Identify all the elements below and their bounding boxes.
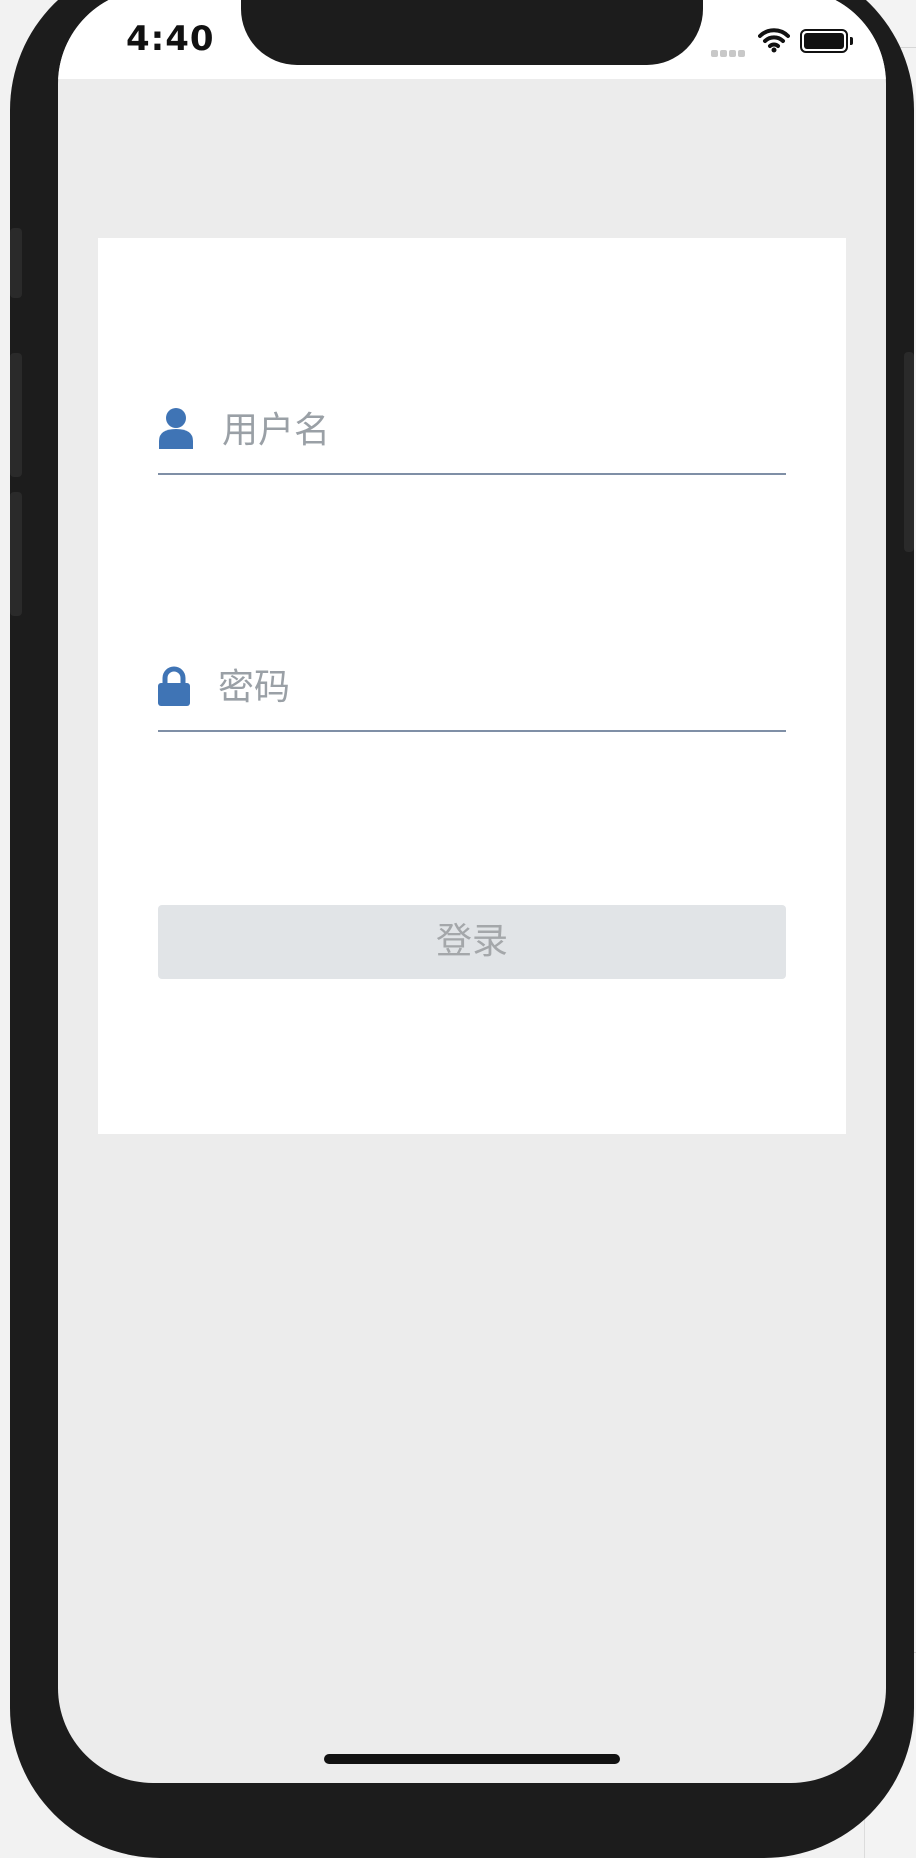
wifi-icon (758, 27, 790, 57)
home-indicator[interactable] (324, 1754, 620, 1764)
silent-switch (10, 228, 22, 298)
username-field[interactable]: 用户名 (158, 403, 786, 475)
password-placeholder: 密码 (218, 667, 291, 708)
login-card: 用户名 密码 登录 (98, 238, 846, 1134)
battery-icon (800, 29, 853, 53)
user-icon (158, 407, 194, 453)
status-time: 4:40 (126, 19, 215, 59)
camera-notch (241, 0, 703, 65)
volume-down-button (10, 492, 22, 616)
username-placeholder: 用户名 (222, 410, 331, 451)
login-button[interactable]: 登录 (158, 905, 786, 979)
cellular-signal-icon (711, 42, 747, 61)
device-screen: 4:40 用户名 密码 登录 (58, 0, 886, 1783)
password-field[interactable]: 密码 (158, 660, 786, 732)
volume-up-button (10, 353, 22, 477)
lock-icon (158, 666, 190, 710)
power-button (904, 352, 914, 552)
phone-frame: 4:40 用户名 密码 登录 (10, 0, 914, 1858)
